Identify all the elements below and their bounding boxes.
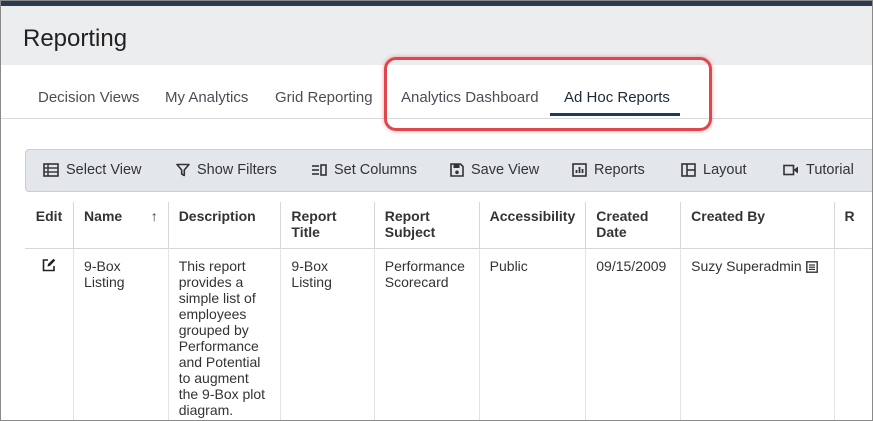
tab-decision-views[interactable]: Decision Views: [38, 89, 139, 106]
filter-icon: [176, 163, 190, 177]
save-view-button[interactable]: Save View: [450, 162, 539, 178]
tutorial-button[interactable]: Tutorial: [783, 162, 854, 178]
cell-name[interactable]: 9-Box Listing: [73, 248, 169, 420]
edit-icon[interactable]: [42, 258, 56, 275]
details-icon[interactable]: [805, 260, 818, 276]
table-list-icon: [43, 163, 59, 177]
column-header-created-by[interactable]: Created By: [680, 202, 835, 249]
cell-created-date: 09/15/2009: [585, 248, 682, 420]
reports-button[interactable]: Reports: [572, 162, 645, 178]
cell-description: This report provides a simple list of em…: [168, 248, 282, 420]
chart-icon: [572, 163, 587, 177]
column-header-description[interactable]: Description: [168, 202, 282, 249]
cell-accessibility: Public: [479, 248, 587, 420]
layout-label: Layout: [703, 162, 747, 178]
tutorial-label: Tutorial: [806, 162, 854, 178]
page-title: Reporting: [23, 25, 128, 52]
show-filters-button[interactable]: Show Filters: [176, 162, 277, 178]
annotation-highlight-box: [384, 57, 712, 131]
columns-icon: [312, 164, 327, 176]
sort-ascending-icon: ↑: [150, 208, 158, 224]
set-columns-label: Set Columns: [334, 162, 418, 178]
save-icon: [450, 163, 464, 177]
tab-grid-reporting[interactable]: Grid Reporting: [275, 89, 373, 106]
edit-cell: [25, 248, 75, 420]
reports-table: Edit Name ↑ Description Report Title Repo…: [25, 202, 872, 420]
select-view-label: Select View: [66, 162, 142, 178]
layout-button[interactable]: Layout: [681, 162, 747, 178]
layout-icon: [681, 163, 696, 177]
table-header-row: Edit Name ↑ Description Report Title Repo…: [25, 202, 872, 249]
app-window: Reporting Decision Views My Analytics Gr…: [0, 0, 873, 421]
table-row: 9-Box Listing This report provides a sim…: [25, 248, 872, 420]
column-header-edit: Edit: [25, 202, 75, 249]
report-toolbar: Select View Show Filters Set Columns Sav…: [25, 149, 872, 192]
video-icon: [783, 164, 798, 176]
cell-truncated: [834, 248, 872, 420]
cell-report-subject: Performance Scorecard: [374, 248, 480, 420]
cell-report-title: 9-Box Listing: [280, 248, 375, 420]
column-header-name-label: Name: [84, 208, 123, 224]
created-by-value: Suzy Superadmin: [691, 257, 802, 274]
column-header-accessibility[interactable]: Accessibility: [479, 202, 587, 249]
show-filters-label: Show Filters: [197, 162, 277, 178]
save-view-label: Save View: [471, 162, 540, 178]
tab-my-analytics[interactable]: My Analytics: [165, 89, 248, 106]
column-header-report-subject[interactable]: Report Subject: [374, 202, 480, 249]
select-view-button[interactable]: Select View: [43, 162, 142, 178]
column-header-report-title[interactable]: Report Title: [280, 202, 375, 249]
column-header-truncated[interactable]: R: [834, 202, 872, 249]
reports-label: Reports: [594, 162, 645, 178]
column-header-created-date[interactable]: Created Date: [585, 202, 682, 249]
set-columns-button[interactable]: Set Columns: [311, 162, 417, 178]
cell-created-by: Suzy Superadmin: [680, 248, 835, 420]
column-header-name[interactable]: Name ↑: [73, 202, 169, 249]
